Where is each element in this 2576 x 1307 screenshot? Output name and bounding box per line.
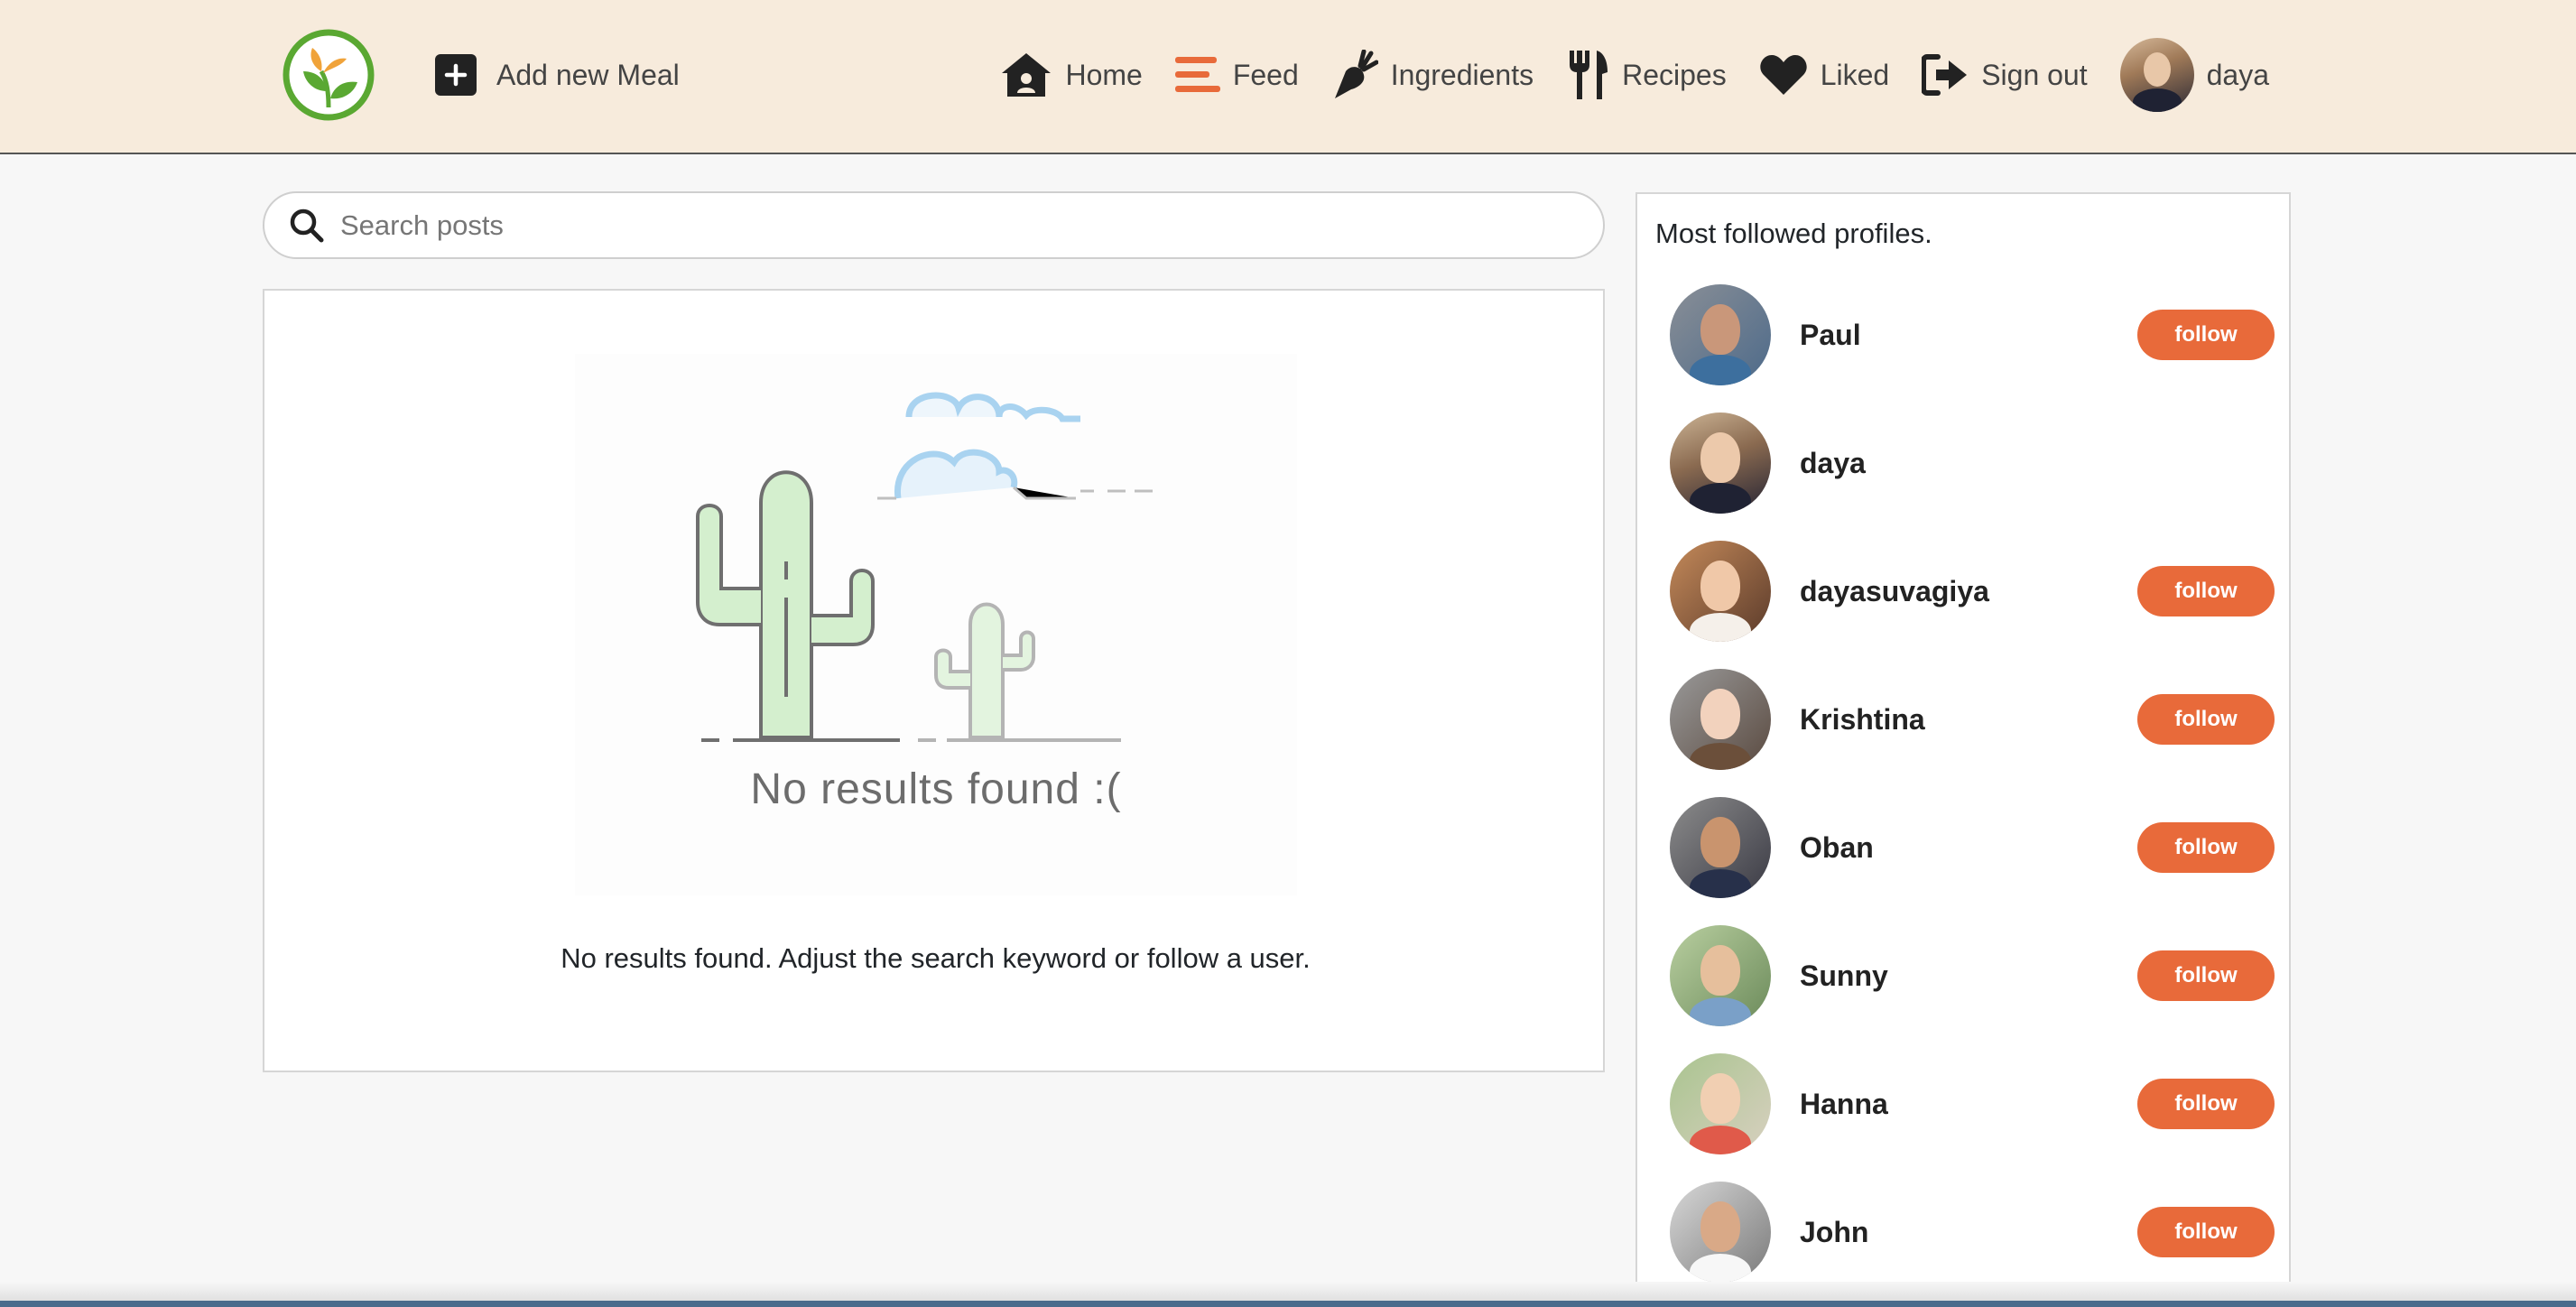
follow-button[interactable]: follow — [2137, 1079, 2275, 1129]
nav-user-name: daya — [2206, 58, 2269, 91]
follow-button[interactable]: follow — [2137, 694, 2275, 745]
avatar — [1670, 412, 1771, 514]
nav-sign-out-label: Sign out — [1981, 58, 2088, 91]
carrot-icon — [1334, 50, 1378, 98]
profile-item[interactable]: daya — [1670, 412, 2275, 514]
profile-name: Sunny — [1800, 959, 1888, 992]
profile-item[interactable]: dayasuvagiya follow — [1670, 541, 2275, 642]
plus-icon — [435, 54, 477, 96]
no-results-illustration: No results found :( — [575, 354, 1297, 895]
avatar — [1670, 797, 1771, 898]
nav-ingredients[interactable]: Ingredients — [1331, 50, 1534, 100]
nav-ingredients-label: Ingredients — [1390, 58, 1534, 91]
nav-liked[interactable]: Liked — [1759, 53, 1890, 97]
profile-item[interactable]: John follow — [1670, 1182, 2275, 1283]
follow-button[interactable]: follow — [2137, 1207, 2275, 1257]
nav-recipes[interactable]: Recipes — [1566, 49, 1727, 101]
sign-out-icon — [1922, 54, 1968, 96]
nav-links: Home Feed Ingredients Recipes Liked Sign… — [1000, 38, 2269, 112]
taskbar-edge — [0, 1301, 2576, 1307]
results-card: No results found :( No results found. Ad… — [263, 289, 1605, 1072]
nav-user-profile[interactable]: daya — [2119, 38, 2269, 112]
avatar — [2119, 38, 2194, 112]
nav-home[interactable]: Home — [1000, 51, 1143, 98]
profile-name: daya — [1800, 446, 1866, 479]
follow-button[interactable]: follow — [2137, 822, 2275, 873]
profile-item[interactable]: Oban follow — [1670, 797, 2275, 898]
nav-home-label: Home — [1065, 58, 1143, 91]
feed-icon — [1174, 57, 1220, 92]
avatar — [1670, 541, 1771, 642]
utensils-icon — [1570, 51, 1608, 99]
empty-results-message: No results found. Adjust the search keyw… — [561, 942, 1311, 974]
illustration-caption: No results found :( — [750, 765, 1122, 813]
avatar — [1670, 284, 1771, 385]
avatar — [1670, 925, 1771, 1026]
profile-item[interactable]: Hanna follow — [1670, 1053, 2275, 1154]
logo-icon[interactable] — [282, 28, 375, 122]
profile-name: dayasuvagiya — [1800, 574, 1989, 607]
profile-item[interactable]: Sunny follow — [1670, 925, 2275, 1026]
nav-liked-label: Liked — [1820, 58, 1890, 91]
avatar — [1670, 1053, 1771, 1154]
profile-name: Oban — [1800, 830, 1874, 864]
nav-feed[interactable]: Feed — [1174, 55, 1299, 95]
profile-name: Hanna — [1800, 1087, 1888, 1120]
add-meal-label: Add new Meal — [496, 58, 680, 91]
most-followed-sidebar: Most followed profiles. Paul follow daya… — [1635, 192, 2291, 1307]
profile-name: Krishtina — [1800, 702, 1925, 736]
profile-name: John — [1800, 1215, 1869, 1248]
avatar — [1670, 1182, 1771, 1283]
profile-name: Paul — [1800, 318, 1861, 351]
nav-recipes-label: Recipes — [1622, 58, 1727, 91]
nav-feed-label: Feed — [1232, 58, 1299, 91]
profile-item[interactable]: Krishtina follow — [1670, 669, 2275, 770]
follow-button[interactable]: follow — [2137, 566, 2275, 616]
follow-button[interactable]: follow — [2137, 950, 2275, 1001]
cactus-illustration — [696, 392, 1153, 742]
search-icon — [290, 209, 324, 242]
add-meal-button[interactable]: Add new Meal — [435, 52, 680, 97]
heart-icon — [1760, 55, 1807, 95]
follow-button[interactable]: follow — [2137, 310, 2275, 360]
avatar — [1670, 669, 1771, 770]
navbar: Add new Meal Home Feed Ingredients Recip… — [0, 0, 2576, 154]
nav-sign-out[interactable]: Sign out — [1922, 53, 2088, 97]
home-icon — [1002, 53, 1052, 97]
search-input[interactable] — [340, 209, 1514, 242]
profile-item[interactable]: Paul follow — [1670, 284, 2275, 385]
sidebar-title: Most followed profiles. — [1655, 218, 1932, 249]
search-bar — [263, 191, 1605, 259]
